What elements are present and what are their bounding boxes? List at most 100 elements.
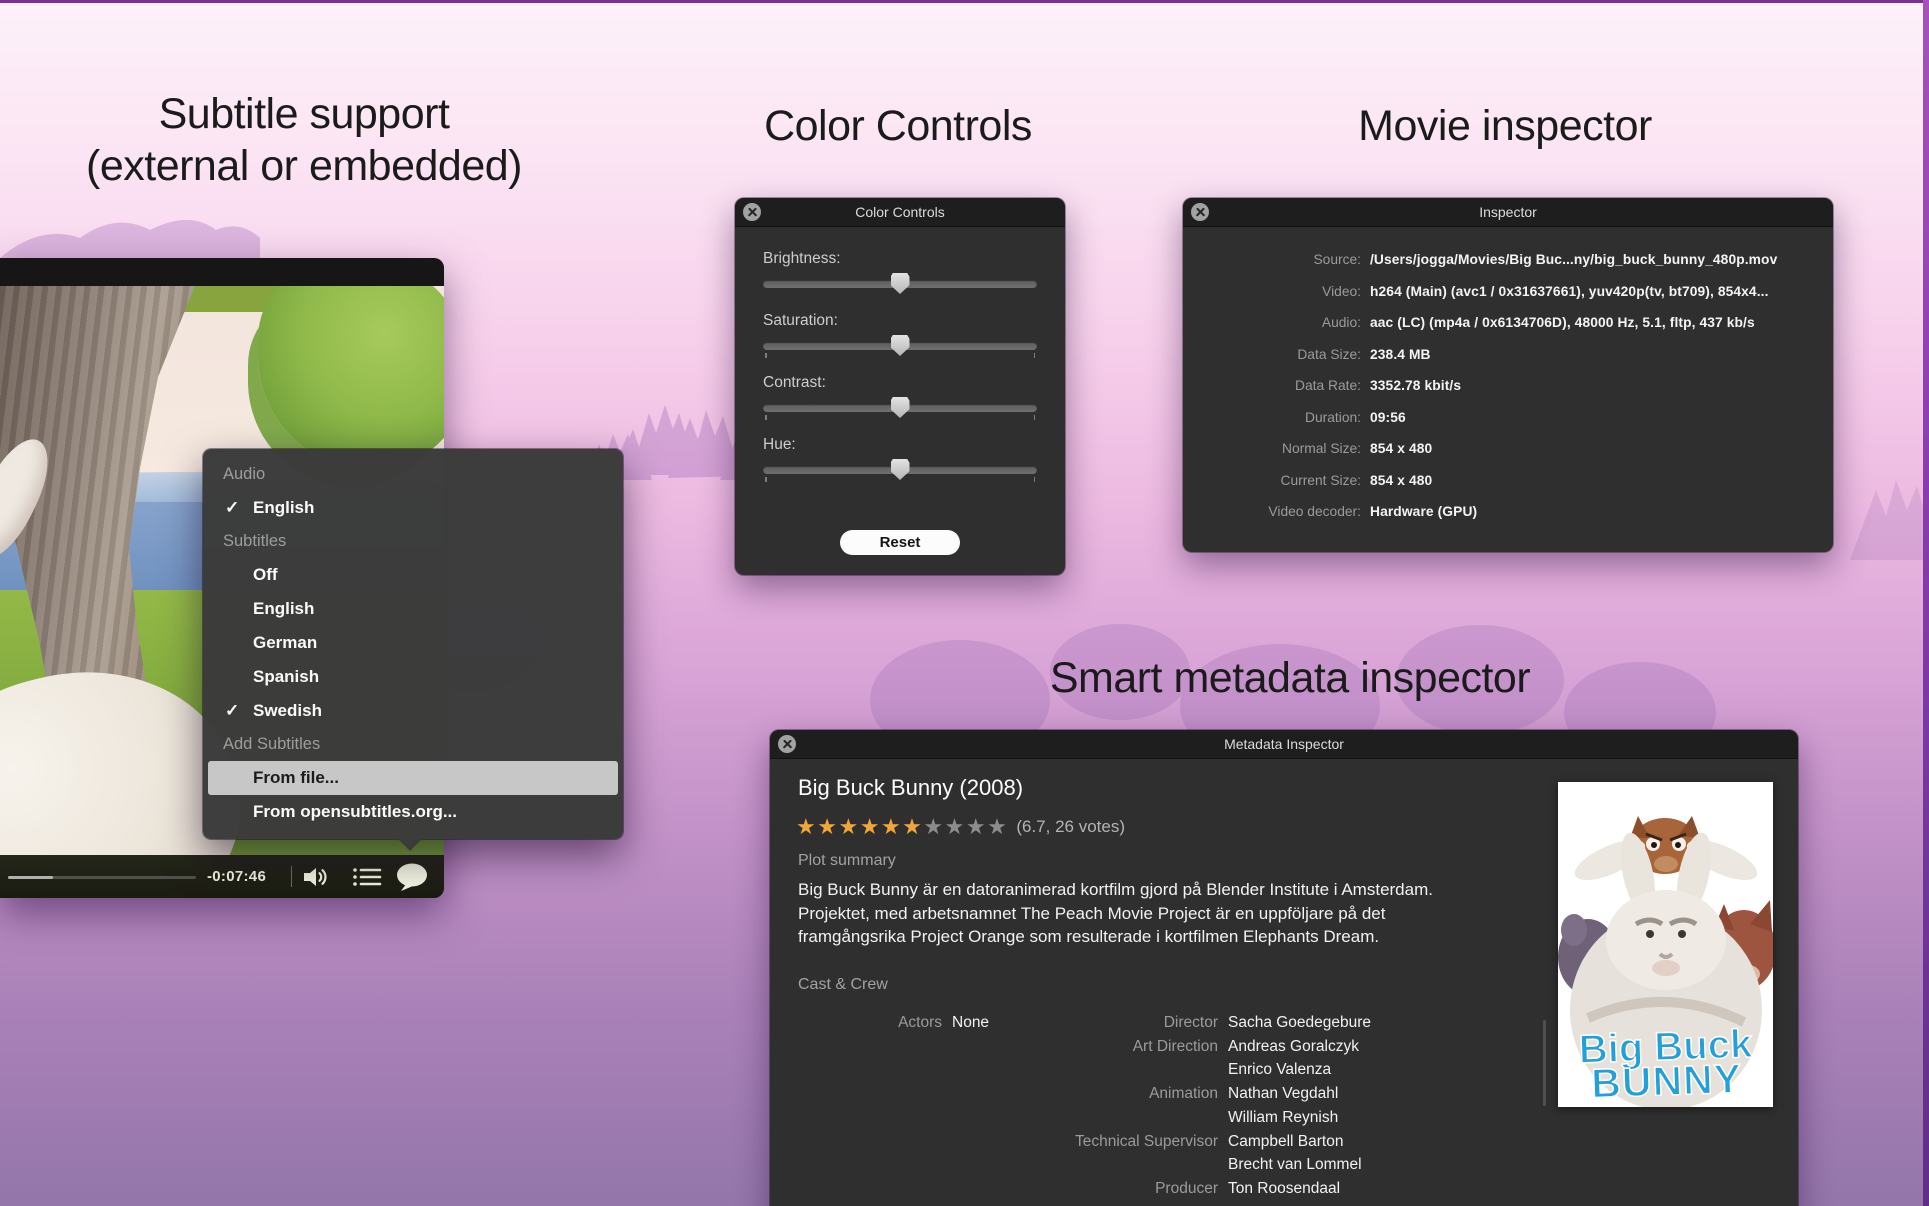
star-icon: ★ bbox=[987, 814, 1008, 839]
inspector-row-value: 09:56 bbox=[1361, 402, 1406, 434]
menu-item-label: Spanish bbox=[253, 667, 319, 686]
metadata-titlebar: Metadata Inspector bbox=[770, 730, 1798, 759]
star-rating: ★★★★★★★★★★ (6.7, 26 votes) bbox=[796, 814, 1125, 840]
playlist-icon[interactable] bbox=[352, 855, 382, 898]
menu-item-from-opensubtitles-org[interactable]: From opensubtitles.org... bbox=[203, 795, 623, 829]
menu-item-german[interactable]: German bbox=[203, 626, 623, 660]
star-icon: ★ bbox=[945, 814, 966, 839]
crew-role-label: Art Direction bbox=[1010, 1035, 1218, 1059]
inspector-row-value: 3352.78 kbit/s bbox=[1361, 370, 1461, 402]
star-icon: ★ bbox=[860, 814, 881, 839]
menu-item-swedish[interactable]: ✓Swedish bbox=[203, 694, 623, 728]
crew-name: Brecht van Lommel bbox=[1218, 1153, 1362, 1177]
crew-role-label bbox=[1010, 1153, 1218, 1177]
menu-item-english[interactable]: ✓English bbox=[203, 491, 623, 525]
inspector-row-label: Audio: bbox=[1183, 307, 1361, 339]
heading-subtitle-line2: (external or embedded) bbox=[0, 140, 608, 192]
inspector-row-label: Data Rate: bbox=[1183, 370, 1361, 402]
plot-summary-text: Big Buck Bunny är en datoranimerad kortf… bbox=[798, 878, 1528, 949]
plot-summary-header: Plot summary bbox=[798, 852, 896, 870]
menu-item-label: English bbox=[253, 498, 314, 517]
menu-item-label: Off bbox=[253, 565, 278, 584]
slider-tick-right bbox=[1034, 353, 1036, 358]
player-titlebar[interactable] bbox=[0, 258, 444, 286]
crew-row: Brecht van Lommel bbox=[1010, 1153, 1371, 1177]
menu-section-header: Subtitles bbox=[203, 525, 623, 558]
reset-button[interactable]: Reset bbox=[840, 530, 960, 555]
slider-knob[interactable] bbox=[891, 459, 910, 480]
slider-knob[interactable] bbox=[891, 397, 910, 418]
star-icon: ★ bbox=[881, 814, 902, 839]
checkmark-icon: ✓ bbox=[225, 694, 251, 728]
movie-poster: Big Buck BUNNY bbox=[1558, 782, 1773, 1107]
menu-section-header: Audio bbox=[203, 458, 623, 491]
inspector-row-value: 238.4 MB bbox=[1361, 339, 1431, 371]
actors-row: Actors None bbox=[798, 1011, 989, 1035]
slider-label: Hue: bbox=[763, 436, 1037, 454]
inspector-row-value: /Users/jogga/Movies/Big Buc...ny/big_buc… bbox=[1361, 244, 1777, 276]
color-controls-titlebar: Color Controls bbox=[735, 198, 1065, 227]
heading-movie-inspector: Movie inspector bbox=[1280, 100, 1730, 152]
seek-bar-played bbox=[8, 876, 53, 879]
heading-smart-metadata: Smart metadata inspector bbox=[990, 652, 1590, 704]
heading-subtitle-support: Subtitle support (external or embedded) bbox=[0, 88, 608, 192]
crew-row: Art DirectionAndreas Goralczyk bbox=[1010, 1035, 1371, 1059]
inspector-row-value: 854 x 480 bbox=[1361, 465, 1432, 497]
star-icon: ★ bbox=[796, 814, 817, 839]
movie-title: Big Buck Bunny (2008) bbox=[798, 775, 1023, 801]
slider-tick-right bbox=[1034, 415, 1036, 420]
menu-item-english[interactable]: English bbox=[203, 592, 623, 626]
metadata-inspector-panel: Metadata Inspector Big Buck Bunny (2008)… bbox=[770, 730, 1798, 1206]
color-controls-panel: Color Controls Brightness:Saturation:Con… bbox=[735, 198, 1065, 575]
volume-icon[interactable] bbox=[303, 855, 329, 898]
actors-value: None bbox=[942, 1011, 989, 1035]
menu-item-label: German bbox=[253, 633, 317, 652]
inspector-row: Duration:09:56 bbox=[1183, 402, 1833, 434]
scrollbar-thumb[interactable] bbox=[1543, 1020, 1546, 1106]
inspector-row: Source:/Users/jogga/Movies/Big Buc...ny/… bbox=[1183, 244, 1833, 276]
inspector-row-label: Video: bbox=[1183, 276, 1361, 308]
slider-knob[interactable] bbox=[891, 335, 910, 356]
inspector-row-label: Source: bbox=[1183, 244, 1361, 276]
menu-item-from-file[interactable]: From file... bbox=[208, 761, 618, 795]
metadata-title: Metadata Inspector bbox=[770, 730, 1798, 758]
video-foliage bbox=[258, 286, 444, 470]
slider-track[interactable] bbox=[763, 466, 1037, 474]
slider-track[interactable] bbox=[763, 280, 1037, 288]
inspector-row: Data Size:238.4 MB bbox=[1183, 339, 1833, 371]
menu-item-off[interactable]: Off bbox=[203, 558, 623, 592]
crew-role-label: Director bbox=[1010, 1011, 1218, 1035]
crew-name: Andreas Goralczyk bbox=[1218, 1035, 1359, 1059]
menu-item-spanish[interactable]: Spanish bbox=[203, 660, 623, 694]
crew-list: DirectorSacha GoedegebureArt DirectionAn… bbox=[1010, 1011, 1371, 1201]
controlbar-divider bbox=[291, 866, 292, 887]
inspector-row-value: 854 x 480 bbox=[1361, 433, 1432, 465]
crew-row: AnimationNathan Vegdahl bbox=[1010, 1082, 1371, 1106]
slider-track[interactable] bbox=[763, 342, 1037, 350]
inspector-row-label: Video decoder: bbox=[1183, 496, 1361, 528]
star-icon: ★ bbox=[817, 814, 838, 839]
star-icon: ★ bbox=[838, 814, 859, 839]
menu-item-label: Swedish bbox=[253, 701, 322, 720]
slider-track[interactable] bbox=[763, 404, 1037, 412]
time-remaining: -0:07:46 bbox=[207, 855, 266, 898]
crew-role-label: Animation bbox=[1010, 1082, 1218, 1106]
seek-bar[interactable] bbox=[8, 876, 196, 879]
menu-item-label: From opensubtitles.org... bbox=[253, 802, 457, 821]
subtitles-bubble-icon[interactable] bbox=[395, 855, 431, 898]
menu-item-label: From file... bbox=[253, 768, 339, 787]
slider-knob[interactable] bbox=[891, 273, 910, 294]
crew-row: William Reynish bbox=[1010, 1106, 1371, 1130]
crew-row: DirectorSacha Goedegebure bbox=[1010, 1011, 1371, 1035]
color-controls-title: Color Controls bbox=[735, 198, 1065, 226]
inspector-row-label: Duration: bbox=[1183, 402, 1361, 434]
inspector-row: Video decoder:Hardware (GPU) bbox=[1183, 496, 1833, 528]
inspector-panel: Inspector Source:/Users/jogga/Movies/Big… bbox=[1183, 198, 1833, 552]
crew-role-label: Technical Supervisor bbox=[1010, 1130, 1218, 1154]
star-icon: ★ bbox=[966, 814, 987, 839]
screen-edge-right bbox=[1923, 0, 1929, 1206]
crew-role-label bbox=[1010, 1058, 1218, 1082]
screenshot-root: Subtitle support (external or embedded) … bbox=[0, 0, 1929, 1206]
slider-label: Contrast: bbox=[763, 374, 1037, 392]
slider-group-brightness: Brightness: bbox=[763, 250, 1037, 288]
